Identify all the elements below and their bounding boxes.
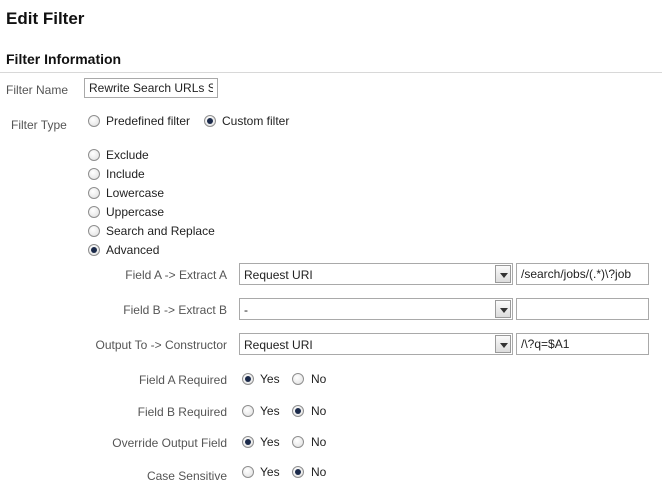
case-sensitive-yes-label[interactable]: Yes (260, 465, 280, 479)
override-output-yes-radio[interactable] (242, 436, 254, 448)
advanced-label[interactable]: Advanced (106, 243, 159, 257)
case-sensitive-yes-radio[interactable] (242, 466, 254, 478)
chevron-down-icon[interactable] (495, 335, 511, 353)
custom-filter-radio[interactable] (204, 115, 216, 127)
exclude-label[interactable]: Exclude (106, 148, 149, 162)
field-b-label: Field B -> Extract B (123, 303, 227, 317)
filter-type-label: Filter Type (11, 118, 67, 132)
field-b-required-no-label[interactable]: No (311, 404, 326, 418)
case-sensitive-label: Case Sensitive (146, 469, 227, 483)
filter-name-label: Filter Name (6, 83, 69, 97)
include-radio[interactable] (88, 168, 100, 180)
field-a-required-label: Field A Required (138, 373, 227, 387)
lowercase-radio[interactable] (88, 187, 100, 199)
field-a-required-no-label[interactable]: No (311, 372, 326, 386)
field-b-required-yes-radio[interactable] (242, 405, 254, 417)
search-and-replace-label[interactable]: Search and Replace (106, 224, 215, 238)
uppercase-label[interactable]: Uppercase (106, 205, 164, 219)
field-b-select-value: - (244, 303, 248, 317)
field-a-required-yes-radio[interactable] (242, 373, 254, 385)
field-b-select[interactable]: - (239, 298, 513, 320)
include-label[interactable]: Include (106, 167, 145, 181)
chevron-down-icon[interactable] (495, 300, 511, 318)
field-a-label: Field A -> Extract A (125, 268, 227, 282)
lowercase-label[interactable]: Lowercase (106, 186, 164, 200)
field-a-select[interactable]: Request URI (239, 263, 513, 285)
field-a-required-no-radio[interactable] (292, 373, 304, 385)
field-b-required-yes-label[interactable]: Yes (260, 404, 280, 418)
section-divider (0, 72, 662, 73)
output-to-select-value: Request URI (244, 338, 313, 352)
output-to-label: Output To -> Constructor (95, 338, 227, 352)
field-b-required-label: Field B Required (137, 405, 227, 419)
case-sensitive-no-label[interactable]: No (311, 465, 326, 479)
uppercase-radio[interactable] (88, 206, 100, 218)
extract-a-input[interactable] (516, 263, 649, 285)
predefined-filter-label[interactable]: Predefined filter (106, 114, 190, 128)
predefined-filter-radio[interactable] (88, 115, 100, 127)
override-output-yes-label[interactable]: Yes (260, 435, 280, 449)
exclude-radio[interactable] (88, 149, 100, 161)
section-title: Filter Information (6, 51, 122, 67)
case-sensitive-no-radio[interactable] (292, 466, 304, 478)
filter-name-input[interactable] (84, 78, 218, 98)
search-and-replace-radio[interactable] (88, 225, 100, 237)
extract-b-input[interactable] (516, 298, 649, 320)
advanced-radio[interactable] (88, 244, 100, 256)
constructor-input[interactable] (516, 333, 649, 355)
output-to-select[interactable]: Request URI (239, 333, 513, 355)
override-output-no-radio[interactable] (292, 436, 304, 448)
chevron-down-icon[interactable] (495, 265, 511, 283)
field-b-required-no-radio[interactable] (292, 405, 304, 417)
field-a-select-value: Request URI (244, 268, 313, 282)
page-title: Edit Filter (6, 9, 85, 28)
override-output-field-label: Override Output Field (112, 436, 227, 450)
custom-filter-label[interactable]: Custom filter (222, 114, 289, 128)
override-output-no-label[interactable]: No (311, 435, 326, 449)
field-a-required-yes-label[interactable]: Yes (260, 372, 280, 386)
